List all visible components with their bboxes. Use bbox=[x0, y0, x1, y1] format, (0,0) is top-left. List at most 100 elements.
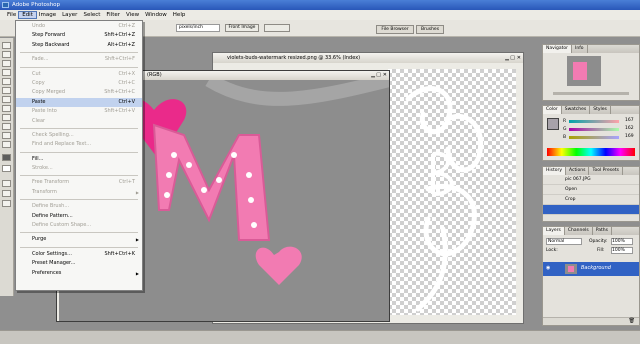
maximize-icon[interactable]: □ bbox=[376, 71, 381, 80]
tool-presets-tab[interactable]: Tool Presets bbox=[589, 167, 624, 175]
front-image-button[interactable]: Front Image bbox=[225, 24, 259, 32]
path-select-icon[interactable] bbox=[2, 105, 11, 112]
menu-image[interactable]: Image bbox=[36, 12, 59, 18]
green-slider[interactable] bbox=[569, 128, 619, 131]
info-tab[interactable]: Info bbox=[572, 45, 588, 53]
menu-item-define-pattern[interactable]: Define Pattern... bbox=[16, 212, 142, 221]
eye-icon[interactable]: ◉ bbox=[546, 265, 550, 271]
menu-item-stroke[interactable]: Stroke... bbox=[16, 164, 142, 173]
menu-item-clear[interactable]: Clear bbox=[16, 117, 142, 126]
menu-filter[interactable]: Filter bbox=[103, 12, 123, 18]
blue-slider[interactable] bbox=[569, 136, 619, 139]
menu-item-label: Preset Manager... bbox=[32, 260, 76, 267]
photoshop-app-icon bbox=[2, 2, 9, 8]
close-icon[interactable]: ✕ bbox=[517, 53, 521, 63]
trash-icon[interactable]: 🗑 bbox=[629, 318, 635, 324]
maximize-icon[interactable]: □ bbox=[510, 53, 515, 63]
history-tab[interactable]: History bbox=[543, 167, 567, 175]
opacity-input[interactable]: 100% bbox=[611, 238, 633, 245]
menu-item-preset-manager[interactable]: Preset Manager... bbox=[16, 259, 142, 268]
brushes-tab[interactable]: Brushes bbox=[416, 25, 444, 34]
paths-tab[interactable]: Paths bbox=[593, 227, 612, 235]
transparent-canvas[interactable] bbox=[388, 69, 516, 315]
menu-window[interactable]: Window bbox=[142, 12, 170, 18]
zoom-tool-icon[interactable] bbox=[2, 141, 11, 148]
channel-r-value[interactable]: 167 bbox=[625, 118, 634, 123]
red-slider[interactable] bbox=[569, 120, 619, 123]
document-title-bar[interactable]: violets-buds-watermark resized.png @ 33.… bbox=[213, 53, 523, 63]
clear-button[interactable] bbox=[264, 24, 290, 32]
navigator-thumbnail[interactable] bbox=[567, 56, 601, 86]
jump-to-imageready-icon[interactable] bbox=[2, 200, 11, 207]
menu-item-check-spelling[interactable]: Check Spelling... bbox=[16, 131, 142, 140]
close-icon[interactable]: ✕ bbox=[383, 71, 387, 80]
menu-item-cut[interactable]: Cut Ctrl+X bbox=[16, 70, 142, 79]
background-color-swatch[interactable] bbox=[2, 165, 11, 172]
menu-item-paste-into[interactable]: Paste Into Shft+Ctrl+V bbox=[16, 107, 142, 116]
minimize-icon[interactable]: ▁ bbox=[371, 71, 375, 80]
menu-item-step-backward[interactable]: Step Backward Alt+Ctrl+Z bbox=[16, 41, 142, 50]
hand-tool-icon[interactable] bbox=[2, 132, 11, 139]
file-browser-tab[interactable]: File Browser bbox=[376, 25, 414, 34]
menu-file[interactable]: File bbox=[4, 12, 19, 18]
menu-item-find-and-replace-text[interactable]: Find and Replace Text... bbox=[16, 140, 142, 149]
menu-help[interactable]: Help bbox=[170, 12, 189, 18]
history-row-crop[interactable]: Crop bbox=[543, 195, 639, 205]
menu-item-fade[interactable]: Fade... Shft+Ctrl+F bbox=[16, 55, 142, 64]
menu-view[interactable]: View bbox=[123, 12, 142, 18]
menu-edit[interactable]: Edit bbox=[18, 11, 37, 19]
marquee-tool-icon[interactable] bbox=[2, 42, 11, 49]
zoom-slider[interactable] bbox=[553, 92, 629, 95]
quick-mask-icon[interactable] bbox=[2, 180, 11, 187]
menu-item-copy-merged[interactable]: Copy Merged Shft+Ctrl+C bbox=[16, 88, 142, 97]
menu-item-purge[interactable]: Purge ▶ bbox=[16, 235, 142, 244]
foreground-swatch[interactable] bbox=[547, 118, 559, 130]
menu-item-shortcut: Alt+Ctrl+Z bbox=[107, 41, 135, 48]
history-row-selected[interactable] bbox=[543, 205, 639, 215]
eraser-tool-icon[interactable] bbox=[2, 87, 11, 94]
layers-tab[interactable]: Layers bbox=[543, 227, 565, 235]
navigator-tab[interactable]: Navigator bbox=[543, 45, 573, 53]
notes-tool-icon[interactable] bbox=[2, 123, 11, 130]
menu-item-define-custom-shape[interactable]: Define Custom Shape... bbox=[16, 221, 142, 230]
fill-input[interactable]: 100% bbox=[611, 247, 633, 254]
menu-select[interactable]: Select bbox=[80, 12, 103, 18]
menu-item-define-brush[interactable]: Define Brush... bbox=[16, 202, 142, 211]
channel-g-value[interactable]: 162 bbox=[625, 126, 634, 131]
lasso-tool-icon[interactable] bbox=[2, 51, 11, 58]
screen-mode-icon[interactable] bbox=[2, 190, 11, 197]
healing-brush-icon[interactable] bbox=[2, 69, 11, 76]
history-snapshot[interactable]: pic 067.JPG bbox=[543, 175, 639, 185]
menu-item-copy[interactable]: Copy Ctrl+C bbox=[16, 79, 142, 88]
actions-tab[interactable]: Actions bbox=[566, 167, 590, 175]
crop-tool-icon[interactable] bbox=[2, 60, 11, 67]
blur-tool-icon[interactable] bbox=[2, 96, 11, 103]
menu-item-free-transform[interactable]: Free Transform Ctrl+T bbox=[16, 178, 142, 187]
resolution-unit-select[interactable]: pixels/inch bbox=[176, 24, 220, 32]
minimize-icon[interactable]: ▁ bbox=[505, 53, 509, 63]
swatches-tab[interactable]: Swatches bbox=[562, 106, 591, 114]
menu-item-step-forward[interactable]: Step Forward Shft+Ctrl+Z bbox=[16, 31, 142, 40]
blend-mode-select[interactable]: Normal bbox=[546, 238, 582, 245]
foreground-color-swatch[interactable] bbox=[2, 154, 11, 161]
color-ramp[interactable] bbox=[547, 148, 635, 156]
menu-item-shortcut: Ctrl+V bbox=[118, 98, 135, 105]
pen-tool-icon[interactable] bbox=[2, 114, 11, 121]
channel-b-value[interactable]: 169 bbox=[625, 134, 634, 139]
menu-item-color-settings[interactable]: Color Settings... Shft+Ctrl+K bbox=[16, 250, 142, 259]
menu-item-paste[interactable]: Paste Ctrl+V bbox=[16, 97, 142, 108]
styles-tab[interactable]: Styles bbox=[590, 106, 611, 114]
history-row-open[interactable]: Open bbox=[543, 185, 639, 195]
menu-layer[interactable]: Layer bbox=[59, 12, 80, 18]
channels-tab[interactable]: Channels bbox=[565, 227, 593, 235]
color-tab[interactable]: Color bbox=[543, 106, 562, 114]
menu-item-label: Step Backward bbox=[32, 41, 70, 48]
menu-item-undo[interactable]: Undo Ctrl+Z bbox=[16, 22, 142, 31]
menu-item-preferences[interactable]: Preferences ▶ bbox=[16, 269, 142, 278]
layer-name[interactable]: Background bbox=[581, 265, 611, 271]
clone-stamp-icon[interactable] bbox=[2, 78, 11, 85]
menu-item-fill[interactable]: Fill... bbox=[16, 155, 142, 164]
menu-item-label: Stroke... bbox=[32, 165, 53, 172]
layer-row-background[interactable]: ◉ Background bbox=[543, 262, 639, 276]
menu-item-transform[interactable]: Transform ▶ bbox=[16, 188, 142, 197]
